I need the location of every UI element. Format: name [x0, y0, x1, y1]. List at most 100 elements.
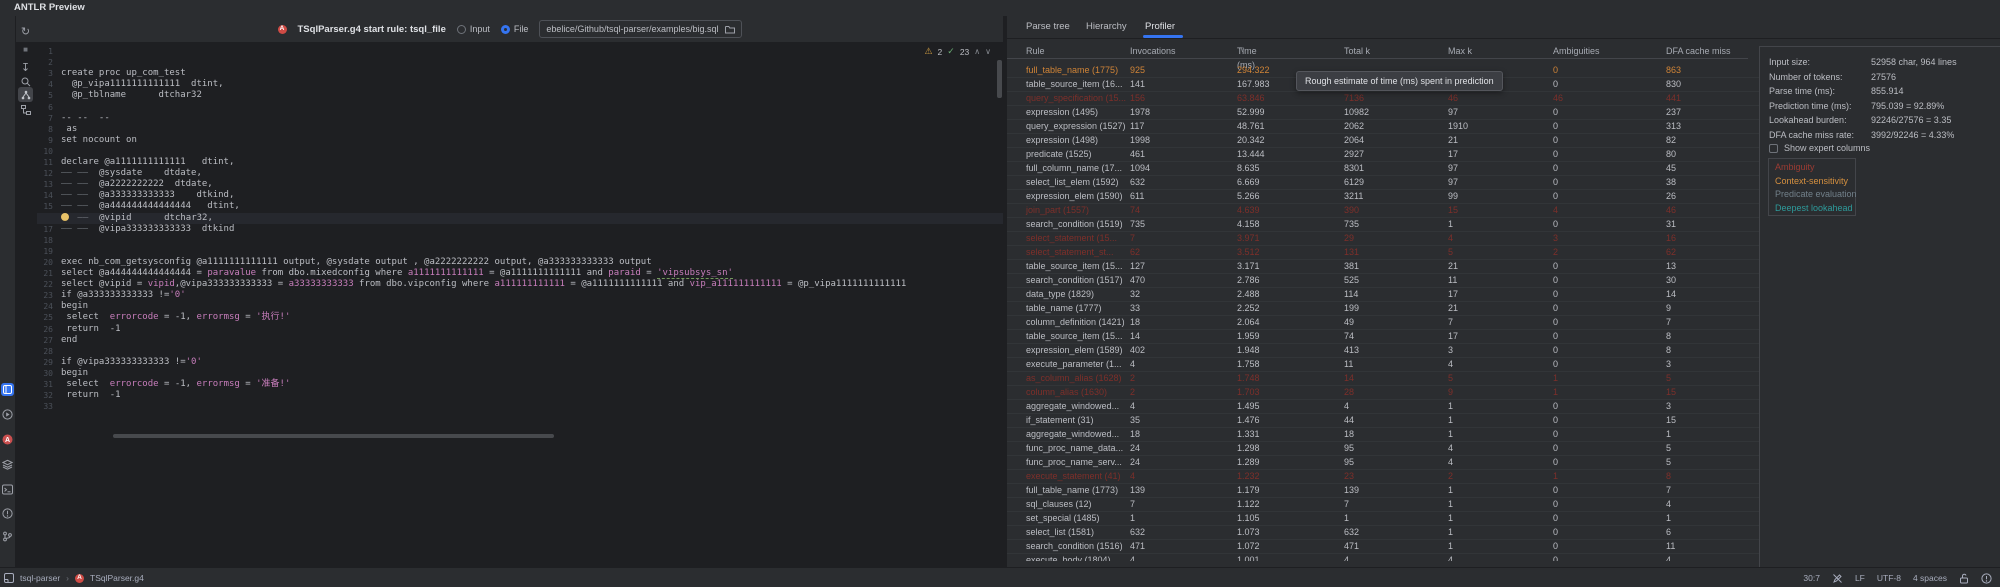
table-row[interactable]: expression (1498)199820.342206421082	[1007, 133, 1759, 148]
input-radio[interactable]: Input	[457, 24, 490, 34]
table-row[interactable]: expression (1495)197852.99910982970237	[1007, 105, 1759, 120]
file-path-field[interactable]: ebelice/Github/tsql-parser/examples/big.…	[539, 20, 741, 38]
tab-hierarchy[interactable]: Hierarchy	[1086, 16, 1127, 38]
file-radio[interactable]: File	[501, 24, 529, 34]
intention-bulb-icon[interactable]	[61, 213, 69, 221]
table-row[interactable]: set_special (1485)11.1051101	[1007, 511, 1759, 526]
code-line: -- -- --	[61, 113, 110, 124]
table-row[interactable]: table_source_item (15...141.959741708	[1007, 329, 1759, 344]
chevron-down-icon[interactable]: ∨	[985, 47, 991, 56]
terminal-icon[interactable]	[1, 483, 14, 496]
table-row[interactable]: func_proc_name_data...241.29895405	[1007, 441, 1759, 456]
file-encoding[interactable]: UTF-8	[1877, 573, 1901, 583]
git-branch-icon[interactable]	[1, 530, 14, 543]
table-cell: 95	[1344, 441, 1354, 455]
table-row[interactable]: if_statement (31)351.476441015	[1007, 413, 1759, 428]
refresh-icon[interactable]: ↻	[18, 24, 33, 39]
table-row[interactable]: execute_parameter (1...41.75811403	[1007, 357, 1759, 372]
col-invocations[interactable]: Invocations	[1130, 44, 1176, 58]
table-row[interactable]: table_source_item (15...1273.17138121013	[1007, 259, 1759, 274]
warning-icon: ⚠	[924, 46, 932, 57]
folder-icon[interactable]	[725, 25, 735, 34]
stop-icon[interactable]: ■	[18, 42, 33, 57]
table-row[interactable]: column_definition (1421)182.06449707	[1007, 315, 1759, 330]
table-cell: 0	[1553, 525, 1558, 539]
caret-position[interactable]: 30:7	[1803, 573, 1820, 583]
code-token: ,@vipa333333333333 =	[175, 279, 289, 289]
table-row[interactable]: predicate (1525)46113.444292717080	[1007, 147, 1759, 162]
antlr-preview-toolwindow-icon[interactable]	[1, 383, 14, 396]
table-cell: table_source_item (15...	[1026, 329, 1123, 343]
pencil-off-icon[interactable]	[1832, 573, 1843, 584]
line-ending[interactable]: LF	[1855, 573, 1865, 583]
col-max-k[interactable]: Max k	[1448, 44, 1472, 58]
table-row[interactable]: search_condition (1519)7354.1587351031	[1007, 217, 1759, 232]
table-row[interactable]: execute_body (1804)41.0014404	[1007, 553, 1759, 561]
breadcrumb-file[interactable]: TSqlParser.g4	[90, 573, 144, 583]
horizontal-scrollbar[interactable]	[113, 434, 554, 438]
line-number: 27	[37, 335, 53, 346]
run-icon[interactable]	[1, 408, 14, 421]
indent-setting[interactable]: 4 spaces	[1913, 573, 1947, 583]
breadcrumb-project[interactable]: tsql-parser	[20, 573, 60, 583]
table-cell: 8	[1666, 329, 1671, 343]
table-row[interactable]: select_statement (15...73.971294316	[1007, 231, 1759, 246]
tab-parse-tree[interactable]: Parse tree	[1026, 16, 1070, 38]
table-row[interactable]: select_list (1581)6321.073632106	[1007, 525, 1759, 540]
project-window-icon[interactable]	[4, 573, 14, 583]
vertical-scrollbar[interactable]	[997, 60, 1002, 98]
code-token: '准备!'	[256, 379, 290, 389]
antlr-plugin-icon[interactable]: A	[1, 433, 14, 446]
table-cell: 5.266	[1237, 189, 1260, 203]
expert-columns-checkbox[interactable]: Show expert columns	[1769, 143, 1870, 153]
col-ambiguities[interactable]: Ambiguities	[1553, 44, 1600, 58]
col-total-k[interactable]: Total k	[1344, 44, 1370, 58]
structure-icon[interactable]	[18, 102, 33, 117]
code-token: from dbo.mixedconfig where	[256, 268, 408, 278]
table-row[interactable]: table_name (1777)332.2521992109	[1007, 301, 1759, 316]
table-row[interactable]: expression_elem (1589)4021.948413308	[1007, 343, 1759, 358]
start-rule-label: TSqlParser.g4 start rule: tsql_file	[298, 24, 446, 35]
code-editor[interactable]: 1234567891011121314151617181920212223242…	[37, 42, 1003, 441]
unlock-icon[interactable]	[1959, 573, 1969, 584]
table-cell: 402	[1130, 343, 1145, 357]
table-row[interactable]: query_expression (1527)11748.76120621910…	[1007, 119, 1759, 134]
col-rule[interactable]: Rule	[1026, 44, 1045, 58]
code-token: create proc up_com_test	[61, 68, 186, 78]
notifications-icon[interactable]	[1981, 573, 1992, 584]
table-cell: 10982	[1344, 105, 1369, 119]
chevron-up-icon[interactable]: ∧	[974, 47, 980, 56]
table-row[interactable]: search_condition (1516)4711.0724711011	[1007, 539, 1759, 554]
table-row[interactable]: join_part (1557)744.63939015446	[1007, 203, 1759, 218]
table-cell: 2	[1553, 245, 1558, 259]
table-row[interactable]: data_type (1829)322.48811417014	[1007, 287, 1759, 302]
table-row[interactable]: full_column_name (17...10948.63583019704…	[1007, 161, 1759, 176]
table-row[interactable]: func_proc_name_serv...241.28995405	[1007, 455, 1759, 470]
table-row[interactable]: as_column_alias (1628)21.74814515	[1007, 371, 1759, 386]
table-row[interactable]: select_list_elem (1592)6326.669612997038	[1007, 175, 1759, 190]
inspections-widget[interactable]: ⚠ 2 ✓ 23 ∧ ∨	[924, 46, 991, 57]
table-row[interactable]: aggregate_windowed...181.33118101	[1007, 427, 1759, 442]
table-row[interactable]: expression_elem (1590)6115.266321199026	[1007, 189, 1759, 204]
table-cell: 1910	[1448, 119, 1468, 133]
table-row[interactable]: aggregate_windowed...41.4954103	[1007, 399, 1759, 414]
table-cell: 1	[1448, 399, 1453, 413]
table-row[interactable]: execute_statement (41)41.23223218	[1007, 469, 1759, 484]
problems-icon[interactable]	[1, 507, 14, 520]
table-cell: 1.703	[1237, 385, 1260, 399]
table-row[interactable]: query_specification (15...15663.84671364…	[1007, 91, 1759, 106]
table-row[interactable]: full_table_name (1773)1391.179139107	[1007, 483, 1759, 498]
table-cell: 0	[1553, 105, 1558, 119]
scroll-to-source-icon[interactable]: ↧	[18, 60, 33, 75]
col-dfa-cache-miss[interactable]: DFA cache miss	[1666, 44, 1731, 58]
code-token: from dbo.vipconfig where	[354, 279, 495, 289]
code-token: @vipa333333333333 dtkind	[99, 224, 234, 234]
table-row[interactable]: select_statement_st...623.5121315262	[1007, 245, 1759, 260]
table-cell: 8301	[1344, 161, 1364, 175]
table-row[interactable]: search_condition (1517)4702.78652511030	[1007, 273, 1759, 288]
layers-icon[interactable]	[1, 458, 14, 471]
stats-panel: Input size:52958 char, 964 linesNumber o…	[1759, 46, 2000, 567]
profiler-mode-icon[interactable]	[18, 87, 33, 102]
table-row[interactable]: column_alias (1630)21.703289115	[1007, 385, 1759, 400]
table-row[interactable]: sql_clauses (12)71.1227104	[1007, 497, 1759, 512]
